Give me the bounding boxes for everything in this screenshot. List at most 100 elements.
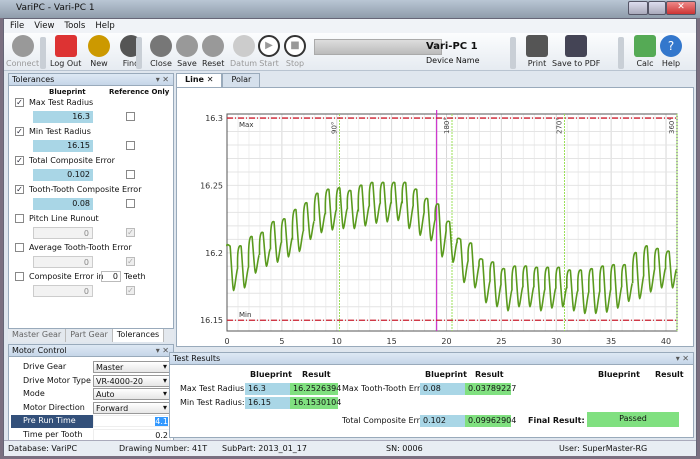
stop-button[interactable]: ■ Stop xyxy=(284,35,306,68)
test-results-panel: Test Results ▾ ✕ Blueprint Result Bluepri… xyxy=(169,352,694,438)
motor-input[interactable]: 4.1 xyxy=(93,415,171,427)
y-tick-label: 16.25 xyxy=(200,181,223,190)
motor-select[interactable]: Auto ▾ xyxy=(93,388,171,400)
tab-part-gear[interactable]: Part Gear xyxy=(66,329,113,342)
reference-only-checkbox[interactable]: ✓ xyxy=(126,228,135,237)
tolerance-checkbox[interactable] xyxy=(15,214,24,223)
tolerance-checkbox[interactable] xyxy=(15,243,24,252)
motor-value: 0.2 xyxy=(155,430,168,440)
toolbar-grip[interactable] xyxy=(510,37,516,69)
reference-only-checkbox[interactable]: ✓ xyxy=(126,286,135,295)
close-icon[interactable]: ▾ ✕ xyxy=(156,346,169,355)
x-tick-label: 30 xyxy=(551,337,561,346)
calculator-icon xyxy=(634,35,656,57)
min-radius-label: Min Test Radius: xyxy=(180,398,245,407)
reference-only-checkbox[interactable]: ✓ xyxy=(126,257,135,266)
help-icon: ? xyxy=(660,35,682,57)
tolerance-checkbox[interactable]: ✓ xyxy=(15,98,24,107)
menu-tools[interactable]: Tools xyxy=(64,21,85,31)
motor-control-panel: Motor Control ▾ ✕ Drive Gear Master ▾ Driv… xyxy=(8,344,174,449)
result-header: Result xyxy=(302,370,331,379)
menu-view[interactable]: View xyxy=(34,21,54,31)
button-label: New xyxy=(90,59,108,68)
datum-button[interactable]: Datum xyxy=(230,35,257,68)
tolerance-label: Total Composite Error xyxy=(29,156,115,165)
help-button[interactable]: ? Help xyxy=(660,35,682,68)
progress-bar xyxy=(314,39,442,55)
tolerance-blueprint-input[interactable]: 16.3 xyxy=(33,111,93,123)
tolerance-blueprint-input[interactable]: 16.15 xyxy=(33,140,93,152)
tab-tolerances[interactable]: Tolerances xyxy=(112,329,165,342)
stop-icon: ■ xyxy=(284,35,306,57)
minimize-button[interactable] xyxy=(628,1,648,15)
button-label: Close xyxy=(150,59,172,68)
tolerance-label: Composite Error in xyxy=(29,272,104,281)
tolerance-checkbox[interactable]: ✓ xyxy=(15,185,24,194)
toolbar-grip[interactable] xyxy=(136,37,142,69)
angle-marker-label: 360° xyxy=(668,117,676,134)
gear-icon xyxy=(232,35,255,57)
tab-line[interactable]: Line ✕ xyxy=(176,73,223,87)
blueprint-header: Blueprint xyxy=(250,370,292,379)
reference-only-checkbox[interactable] xyxy=(126,170,135,179)
motor-row-label: Pre Run Time xyxy=(11,415,93,428)
tolerance-label: Tooth-Tooth Composite Error xyxy=(29,185,142,194)
y-tick-label: 16.3 xyxy=(205,114,223,123)
x-tick-label: 20 xyxy=(441,337,451,346)
log-out-button[interactable]: Log Out xyxy=(50,35,81,68)
start-button[interactable]: ▶ Start xyxy=(258,35,280,68)
connect-button[interactable]: Connect xyxy=(6,35,39,68)
reference-only-checkbox[interactable] xyxy=(126,199,135,208)
tab-master-gear[interactable]: Master Gear xyxy=(8,329,67,342)
button-label: Save xyxy=(177,59,197,68)
floppy-icon xyxy=(565,35,588,57)
left-panel-tabs: Master Gear Part Gear Tolerances xyxy=(8,329,174,342)
save-to-pdf-button[interactable]: Save to PDF xyxy=(552,35,600,68)
motor-select[interactable]: Master ▾ xyxy=(93,361,171,373)
motor-row-label: Mode xyxy=(23,389,45,398)
print-button[interactable]: Print xyxy=(526,35,548,68)
close-icon[interactable]: ▾ ✕ xyxy=(156,75,169,84)
menu-file[interactable]: File xyxy=(10,21,24,31)
tolerances-panel: Tolerances ▾ ✕ Blueprint Reference Only ✓… xyxy=(8,73,174,329)
test-results-header: Test Results ▾ ✕ xyxy=(170,353,693,365)
maximize-button[interactable] xyxy=(648,1,666,15)
motor-select[interactable]: Forward ▾ xyxy=(93,401,171,414)
final-result-status: Passed xyxy=(587,412,679,427)
motor-value: Forward xyxy=(96,403,129,413)
x-tick-label: 25 xyxy=(496,337,506,346)
tolerance-blueprint-input[interactable]: 0 xyxy=(33,227,93,239)
tab-polar[interactable]: Polar xyxy=(222,73,261,87)
calc-button[interactable]: Calc xyxy=(634,35,656,68)
teeth-count-input[interactable]: 0 xyxy=(101,271,121,282)
motor-input[interactable]: 0.2 xyxy=(93,428,171,441)
new-button[interactable]: New xyxy=(88,35,110,68)
button-label: Save to PDF xyxy=(552,59,601,68)
close-icon[interactable]: ▾ ✕ xyxy=(676,354,689,363)
max-radius-label: Max Test Radius: xyxy=(180,384,247,393)
tolerance-checkbox[interactable]: ✓ xyxy=(15,156,24,165)
tolerance-blueprint-input[interactable]: 0.102 xyxy=(33,169,93,181)
window-title: VariPC - Vari-PC 1 xyxy=(16,3,95,13)
save-button[interactable]: Save xyxy=(176,35,198,68)
reset-button[interactable]: Reset xyxy=(202,35,224,68)
app-window: File View Tools Help Connect Log Out New Fi… xyxy=(3,18,697,456)
menu-help[interactable]: Help xyxy=(95,21,114,31)
reference-only-checkbox[interactable] xyxy=(126,112,135,121)
tolerance-blueprint-input[interactable]: 0 xyxy=(33,256,93,268)
tolerance-blueprint-input[interactable]: 0 xyxy=(33,285,93,297)
close-window-button[interactable]: ✕ xyxy=(666,1,696,15)
tolerance-checkbox[interactable] xyxy=(15,272,24,281)
tolerance-checkbox[interactable]: ✓ xyxy=(15,127,24,136)
tolerance-blueprint-input[interactable]: 0.08 xyxy=(33,198,93,210)
reference-only-checkbox[interactable] xyxy=(126,141,135,150)
motor-select[interactable]: VR-4000-20 ▾ xyxy=(93,374,171,387)
close-button[interactable]: Close xyxy=(150,35,172,68)
toolbar-grip[interactable] xyxy=(40,37,46,69)
panel-title: Tolerances xyxy=(12,75,55,84)
motor-value: Auto xyxy=(96,390,115,399)
close-tab-icon[interactable]: ✕ xyxy=(207,75,214,84)
status-sn: SN: 0006 xyxy=(386,444,423,453)
toolbar-grip[interactable] xyxy=(618,37,624,69)
motor-row-label: Motor Direction xyxy=(23,402,85,412)
